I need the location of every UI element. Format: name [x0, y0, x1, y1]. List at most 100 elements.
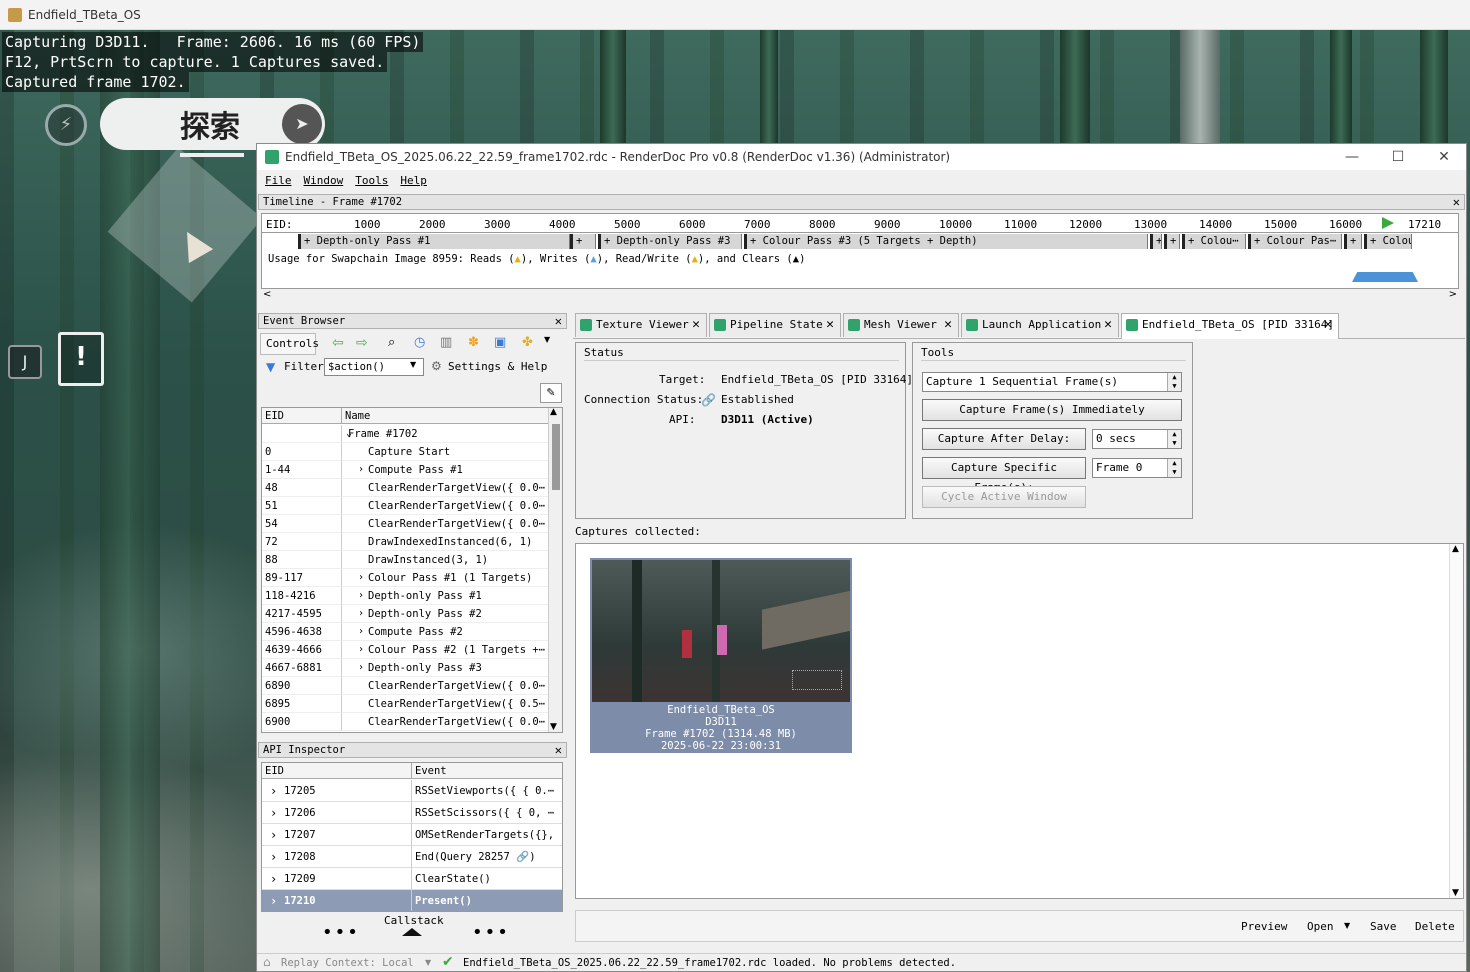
quest-icon[interactable]: ! [58, 332, 104, 386]
chevron-right-icon[interactable]: › [270, 846, 277, 867]
event-row-name[interactable]: DrawIndexedInstanced(6, 1) [342, 533, 548, 551]
more-left-icon[interactable]: ••• [322, 922, 360, 943]
open-button[interactable]: Open [1307, 920, 1334, 933]
minimize-button[interactable]: — [1329, 144, 1375, 170]
col-eid-header[interactable]: EID [262, 763, 412, 779]
settings-help-button[interactable]: Settings & Help [448, 360, 547, 373]
replay-context[interactable]: Replay Context: Local [281, 957, 414, 969]
event-row-name[interactable]: DrawInstanced(3, 1) [342, 551, 548, 569]
event-row-name[interactable]: › Colour Pass #1 (1 Targets) [342, 569, 548, 587]
col-name-header[interactable]: Name [342, 408, 548, 424]
close-window-button[interactable]: ✕ [1421, 144, 1467, 170]
event-row-eid[interactable]: 6890 [262, 677, 342, 695]
api-row-event[interactable]: End(Query 28257 🔗) [412, 846, 562, 868]
capture-thumbnail-item[interactable]: Endfield_TBeta_OS D3D11 Frame #1702 (131… [590, 558, 852, 753]
gear-icon[interactable]: ⚙ [431, 359, 442, 373]
stepper-icon[interactable]: ▲ ▼ [1167, 373, 1181, 391]
chevron-right-icon[interactable]: › [358, 623, 364, 640]
event-row-eid[interactable]: 118-4216 [262, 587, 342, 605]
prev-arrow-icon[interactable]: ⇦ [332, 335, 344, 351]
callstack-label[interactable]: Callstack [384, 914, 444, 927]
close-icon[interactable]: ✕ [1453, 195, 1460, 209]
timeline-pass[interactable]: + Depth-only Pass #3 [598, 234, 742, 249]
event-row-eid[interactable] [262, 425, 342, 443]
menu-help[interactable]: Help [400, 174, 427, 187]
close-icon[interactable]: ✕ [944, 314, 952, 336]
event-row-eid[interactable]: 4217-4595 [262, 605, 342, 623]
event-row-name[interactable]: ClearRenderTargetView({ 0.5⋯ [342, 695, 548, 713]
event-row-eid[interactable]: 89-117 [262, 569, 342, 587]
frame-input[interactable]: Frame 0 ▲ ▼ [1092, 458, 1182, 478]
event-row-name[interactable]: › Depth-only Pass #2 [342, 605, 548, 623]
event-row-eid[interactable]: 72 [262, 533, 342, 551]
timeline-pass[interactable]: + [1344, 234, 1362, 249]
stepper-icon[interactable]: ▲ ▼ [1167, 459, 1181, 477]
timeline-pass[interactable]: + [570, 234, 596, 249]
event-row-name[interactable]: ClearRenderTargetView({ 0.0⋯ [342, 677, 548, 695]
more-right-icon[interactable]: ••• [472, 922, 510, 943]
menu-window[interactable]: Window [304, 174, 344, 187]
api-row-event[interactable]: RSSetScissors({ { 0, ⋯ [412, 802, 562, 824]
bookmark-icon[interactable]: ✽ [468, 335, 479, 350]
event-row-name[interactable]: › Depth-only Pass #1 [342, 587, 548, 605]
event-row-name[interactable]: › Compute Pass #2 [342, 623, 548, 641]
close-icon[interactable]: ✕ [555, 743, 562, 757]
chevron-right-icon[interactable]: › [358, 569, 364, 586]
api-row-eid[interactable]: › 17210 [262, 890, 412, 911]
clock-icon[interactable]: ◷ [414, 335, 425, 350]
chevron-down-icon[interactable]: ▼ [544, 335, 550, 344]
delete-button[interactable]: Delete [1415, 920, 1455, 933]
timeline-pass[interactable]: + [1150, 234, 1162, 249]
capture-after-delay-button[interactable]: Capture After Delay: [922, 428, 1086, 450]
tab-live-capture[interactable]: Endfield_TBeta_OS [PID 33164] ✕ [1121, 313, 1339, 339]
event-row-name[interactable]: ⌄ Frame #1702 [342, 425, 548, 443]
col-event-header[interactable]: Event [412, 763, 562, 779]
event-row-eid[interactable]: 88 [262, 551, 342, 569]
stats-icon[interactable]: ▥ [440, 335, 452, 350]
event-row-eid[interactable]: 6895 [262, 695, 342, 713]
next-arrow-icon[interactable]: ⇨ [356, 335, 368, 351]
event-row-eid[interactable]: 6900 [262, 713, 342, 731]
chevron-right-icon[interactable]: › [358, 461, 364, 478]
captures-scrollbar[interactable]: ▲ ▼ [1449, 544, 1463, 898]
event-row-eid[interactable]: 0 [262, 443, 342, 461]
close-icon[interactable]: ✕ [1104, 314, 1112, 336]
api-row-eid[interactable]: › 17207 [262, 824, 412, 846]
tab-launch-application[interactable]: Launch Application ✕ [961, 313, 1119, 337]
timeline-pass[interactable]: + Colour Pass #3 (5 Targets + Depth) [744, 234, 1148, 249]
preview-button[interactable]: Preview [1241, 920, 1287, 933]
save-icon[interactable]: ▣ [494, 335, 506, 350]
chevron-right-icon[interactable]: › [270, 780, 277, 801]
timeline-pass[interactable]: + Colou⋯ [1182, 234, 1246, 249]
chevron-right-icon[interactable]: › [270, 868, 277, 889]
chevron-down-icon[interactable]: ⌄ [346, 425, 352, 442]
chevron-right-icon[interactable]: › [270, 890, 277, 911]
replay-dropdown-icon[interactable]: ▼ [425, 958, 431, 967]
lightning-icon[interactable]: ⚡ [45, 104, 87, 146]
api-row-event[interactable]: Present() [412, 890, 562, 911]
event-scrollbar[interactable]: ▲ ▼ [548, 408, 562, 732]
capture-specific-button[interactable]: Capture Specific Frame(s): [922, 457, 1086, 494]
event-row-name[interactable]: ClearRenderTargetView({ 0.0⋯ [342, 497, 548, 515]
event-row-eid[interactable]: 54 [262, 515, 342, 533]
api-row-eid[interactable]: › 17208 [262, 846, 412, 868]
event-row-eid[interactable]: 1-44 [262, 461, 342, 479]
callstack-toggle-icon[interactable] [402, 928, 422, 936]
maximize-button[interactable]: ☐ [1375, 144, 1421, 170]
timeline-pass[interactable]: + [1164, 234, 1180, 249]
close-icon[interactable]: ✕ [826, 314, 834, 336]
api-row-eid[interactable]: › 17209 [262, 868, 412, 890]
event-row-name[interactable]: ClearRenderTargetView({ 0.0⋯ [342, 479, 548, 497]
menu-file[interactable]: File [265, 174, 292, 187]
find-icon[interactable]: ⌕ [388, 335, 395, 350]
timeline-area[interactable]: EID: 1000 2000 3000 4000 5000 6000 7000 8000 900… [261, 213, 1459, 289]
chevron-right-icon[interactable]: › [358, 641, 364, 658]
tab-pipeline-state[interactable]: Pipeline State ✕ [709, 313, 841, 337]
cycle-active-window-button[interactable]: Cycle Active Window [922, 486, 1086, 508]
close-icon[interactable]: ✕ [1324, 314, 1332, 336]
api-row-eid[interactable]: › 17205 [262, 780, 412, 802]
event-row-name[interactable]: › Compute Pass #1 [342, 461, 548, 479]
chevron-right-icon[interactable]: › [270, 802, 277, 823]
stepper-icon[interactable]: ▲ ▼ [1167, 430, 1181, 448]
event-row-name[interactable]: Capture Start [342, 443, 548, 461]
